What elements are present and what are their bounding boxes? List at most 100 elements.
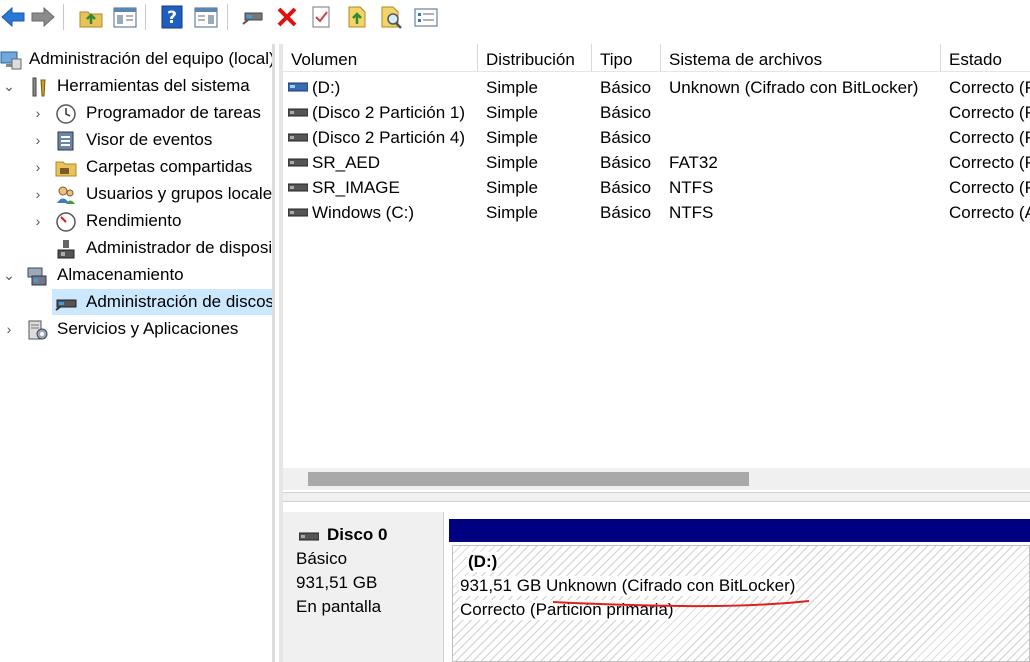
forward-button[interactable] xyxy=(30,4,56,30)
search-button[interactable] xyxy=(378,4,404,30)
column-header-sistema-archivos[interactable]: Sistema de archivos xyxy=(661,44,941,72)
cell-layout: Simple xyxy=(486,78,538,97)
chevron-right-icon[interactable]: › xyxy=(30,154,46,180)
cell-status: Correcto (P xyxy=(949,103,1030,122)
disk-name: Disco 0 xyxy=(327,525,388,544)
cell-volume: (Disco 2 Partición 4) xyxy=(312,128,466,147)
action-pane-icon xyxy=(194,7,218,28)
toolbar-separator xyxy=(145,4,146,30)
help-icon: ? xyxy=(161,5,183,29)
cell-layout: Simple xyxy=(486,153,538,172)
tree-item-rendimiento[interactable]: › Rendimiento xyxy=(0,208,272,234)
tree-item-admin-discos[interactable]: Administración de discos xyxy=(0,289,272,315)
device-manager-icon xyxy=(55,238,77,260)
chevron-right-icon[interactable]: › xyxy=(30,127,46,153)
tree-item-visor-eventos[interactable]: › Visor de eventos xyxy=(0,127,272,153)
delete-x-icon xyxy=(277,7,297,27)
table-row[interactable]: (Disco 2 Partición 1) Simple Básico Corr… xyxy=(283,100,1030,125)
tree-root-label: Administración del equipo (local) xyxy=(29,49,272,68)
column-header-estado[interactable]: Estado xyxy=(941,44,1030,72)
users-icon xyxy=(55,184,77,206)
toolbar-separator xyxy=(227,4,228,30)
tree-item-label: Administración de discos xyxy=(84,289,272,315)
disk-info-panel[interactable]: Disco 0 Básico 931,51 GB En pantalla xyxy=(283,512,444,662)
tree-item-usuarios[interactable]: › Usuarios y grupos locales xyxy=(0,181,272,207)
back-button[interactable] xyxy=(0,4,26,30)
chevron-right-icon[interactable]: › xyxy=(30,208,46,234)
tree-item-herramientas[interactable]: ⌄ Herramientas del sistema xyxy=(0,73,272,99)
chevron-right-icon[interactable]: › xyxy=(30,100,46,126)
show-hide-console-tree-button[interactable] xyxy=(112,4,138,30)
storage-icon xyxy=(26,265,48,287)
cell-layout: Simple xyxy=(486,178,538,197)
tree-item-almacenamiento[interactable]: ⌄ Almacenamiento xyxy=(0,262,272,288)
volume-list: Volumen Distribución Tipo Sistema de arc… xyxy=(283,44,1030,492)
services-icon xyxy=(26,319,48,341)
pane-splitter[interactable] xyxy=(272,44,275,662)
cell-layout: Simple xyxy=(486,203,538,222)
help-button[interactable]: ? xyxy=(159,4,185,30)
drive-icon xyxy=(288,180,308,194)
clock-icon xyxy=(55,103,77,125)
shared-folder-icon xyxy=(55,157,77,179)
forward-arrow-icon xyxy=(31,6,55,28)
table-row[interactable]: (D:) Simple Básico Unknown (Cifrado con … xyxy=(283,75,1030,100)
chevron-right-icon[interactable]: › xyxy=(30,181,46,207)
horizontal-scrollbar[interactable] xyxy=(283,468,1030,490)
partition-block[interactable]: (D:) 931,51 GB Unknown (Cifrado con BitL… xyxy=(452,545,1030,662)
bitlocker-drive-icon xyxy=(288,80,308,94)
table-row[interactable]: SR_IMAGE Simple Básico NTFS Correcto (P xyxy=(283,175,1030,200)
cell-status: Correcto (P xyxy=(949,153,1030,172)
cell-filesystem: NTFS xyxy=(669,178,714,197)
cell-status: Correcto (P xyxy=(949,78,1030,97)
tree-item-label: Usuarios y grupos locales xyxy=(86,184,272,203)
event-viewer-icon xyxy=(55,130,77,152)
drive-icon xyxy=(288,205,308,219)
chevron-right-icon[interactable]: › xyxy=(1,316,17,342)
cell-type: Básico xyxy=(600,153,652,172)
tree-item-programador[interactable]: › Programador de tareas xyxy=(0,100,272,126)
column-header-distribucion[interactable]: Distribución xyxy=(478,44,592,72)
computer-management-icon xyxy=(0,49,22,71)
cell-filesystem: FAT32 xyxy=(669,153,718,172)
up-folder-button[interactable] xyxy=(78,4,104,30)
drive-icon xyxy=(288,155,308,169)
tree-item-label: Servicios y Aplicaciones xyxy=(57,319,239,338)
cell-type: Básico xyxy=(600,103,652,122)
cell-type: Básico xyxy=(600,78,652,97)
tree-item-label: Rendimiento xyxy=(86,211,182,230)
column-header-tipo[interactable]: Tipo xyxy=(592,44,661,72)
disk-type: Básico xyxy=(296,549,348,568)
table-row[interactable]: SR_AED Simple Básico FAT32 Correcto (P xyxy=(283,150,1030,175)
cell-layout: Simple xyxy=(486,128,538,147)
column-header-volumen[interactable]: Volumen xyxy=(283,44,478,72)
properties-button[interactable] xyxy=(413,4,439,30)
back-arrow-icon xyxy=(1,6,25,28)
show-hide-action-pane-button[interactable] xyxy=(193,4,219,30)
cell-type: Básico xyxy=(600,203,652,222)
tree-item-admin-dispositivos[interactable]: Administrador de dispositivos xyxy=(0,235,272,261)
cell-volume: SR_AED xyxy=(312,153,381,172)
chevron-down-icon[interactable]: ⌄ xyxy=(1,262,17,288)
tree-root[interactable]: Administración del equipo (local) xyxy=(0,46,272,72)
tools-icon xyxy=(28,76,50,98)
tree-item-carpetas[interactable]: › Carpetas compartidas xyxy=(0,154,272,180)
delete-button[interactable] xyxy=(274,4,300,30)
check-document-icon xyxy=(312,6,330,28)
scrollbar-thumb[interactable] xyxy=(308,472,749,486)
table-row[interactable]: (Disco 2 Partición 4) Simple Básico Corr… xyxy=(283,125,1030,150)
cell-status: Correcto (P xyxy=(949,178,1030,197)
cell-volume: SR_IMAGE xyxy=(312,178,400,197)
pane-splitter-horizontal[interactable] xyxy=(283,492,1030,502)
table-row[interactable]: Windows (C:) Simple Básico NTFS Correcto… xyxy=(283,200,1030,225)
disk-icon xyxy=(298,528,320,542)
connect-virtual-disk-button[interactable] xyxy=(240,4,266,30)
properties-list-icon xyxy=(414,8,438,27)
check-button[interactable] xyxy=(308,4,334,30)
tree-item-servicios[interactable]: › Servicios y Aplicaciones xyxy=(0,316,272,342)
drive-icon xyxy=(288,105,308,119)
export-button[interactable] xyxy=(344,4,370,30)
cell-filesystem: Unknown (Cifrado con BitLocker) xyxy=(669,78,919,97)
export-icon xyxy=(348,6,366,28)
chevron-down-icon[interactable]: ⌄ xyxy=(1,73,17,99)
